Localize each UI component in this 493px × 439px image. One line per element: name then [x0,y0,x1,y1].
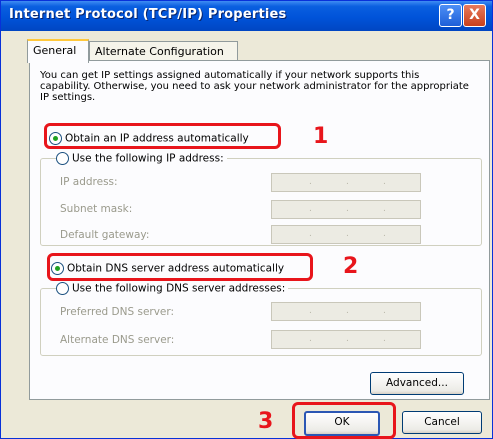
preferred-dns-label: Preferred DNS server: [60,306,175,318]
highlight-box-step2 [47,253,313,281]
use-following-ip-radio[interactable]: Use the following IP address: [56,152,227,165]
default-gateway-label: Default gateway: [60,229,150,241]
default-gateway-field: ... [271,225,421,244]
highlight-box-step1 [44,123,281,149]
window-title: Internet Protocol (TCP/IP) Properties [9,7,287,22]
title-bar: Internet Protocol (TCP/IP) Properties ? … [1,1,492,31]
subnet-mask-field: ... [271,200,421,219]
highlight-box-step3 [292,402,396,439]
close-icon[interactable]: X [463,4,486,27]
step-3-marker: 3 [258,409,274,434]
advanced-button[interactable]: Advanced... [370,372,464,395]
alternate-dns-label: Alternate DNS server: [60,334,175,346]
preferred-dns-field: ... [271,302,421,321]
radio-unselected-icon [56,152,69,165]
subnet-mask-label: Subnet mask: [60,203,133,215]
intro-text: You can get IP settings assigned automat… [40,70,469,103]
tab-general[interactable]: General [27,39,89,63]
ip-address-label: IP address: [60,176,118,188]
step-1-marker: 1 [313,124,329,149]
ip-address-field: ... [271,173,421,192]
general-tab-panel: You can get IP settings assigned automat… [29,60,490,400]
use-following-dns-radio[interactable]: Use the following DNS server addresses: [56,282,289,295]
step-2-marker: 2 [343,254,359,279]
help-icon[interactable]: ? [439,4,462,27]
cancel-button[interactable]: Cancel [402,411,482,434]
radio-unselected-icon [56,282,69,295]
tcpip-properties-dialog: Internet Protocol (TCP/IP) Properties ? … [0,0,493,439]
alternate-dns-field: ... [271,330,421,349]
